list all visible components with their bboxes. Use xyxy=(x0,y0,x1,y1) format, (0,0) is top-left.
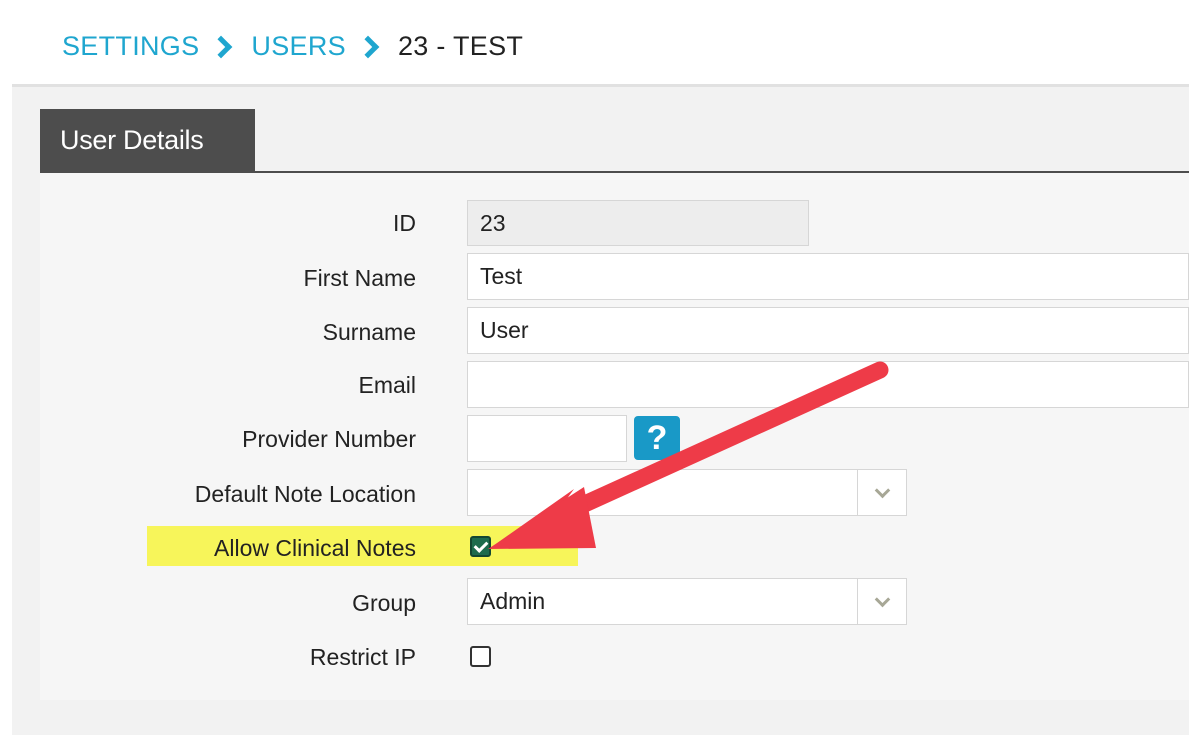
arrow-annotation-icon xyxy=(488,361,889,549)
